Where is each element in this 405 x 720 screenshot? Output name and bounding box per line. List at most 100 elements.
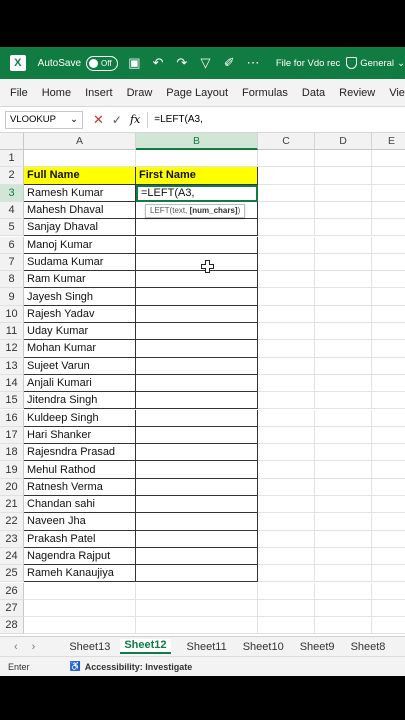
tab-home[interactable]: Home — [42, 87, 71, 99]
row-header[interactable]: 16 — [0, 409, 24, 427]
tab-data[interactable]: Data — [302, 87, 325, 99]
grid-cell[interactable] — [315, 513, 372, 531]
grid-cell[interactable] — [372, 479, 405, 496]
grid-cell[interactable] — [258, 357, 315, 375]
grid-cell[interactable] — [258, 547, 315, 566]
row-header[interactable]: 2 — [0, 167, 24, 185]
grid-cell[interactable] — [258, 409, 315, 427]
grid-cell[interactable] — [372, 410, 405, 427]
grid-cell[interactable] — [315, 253, 372, 272]
grid-cell[interactable] — [315, 374, 372, 393]
grid-cell[interactable] — [258, 461, 315, 479]
grid-cell[interactable] — [315, 288, 372, 306]
tab-page-layout[interactable]: Page Layout — [166, 87, 228, 99]
name-cell[interactable]: Naveen Jha — [24, 513, 136, 531]
name-cell[interactable]: Jitendra Singh — [24, 392, 136, 410]
sheet-tab[interactable]: Sheet11 — [187, 641, 227, 653]
grid-cell[interactable] — [258, 530, 315, 548]
grid-cell[interactable] — [136, 547, 258, 566]
grid-cell[interactable] — [372, 444, 405, 462]
row-header[interactable]: 19 — [0, 461, 24, 479]
grid-cell[interactable] — [372, 306, 405, 323]
table-header-cell[interactable]: Full Name — [24, 167, 136, 185]
grid-cell[interactable] — [136, 253, 258, 272]
grid-cell[interactable] — [258, 184, 315, 202]
grid-cell[interactable] — [315, 478, 372, 496]
grid-cell[interactable] — [258, 219, 315, 237]
grid-cell[interactable] — [315, 444, 372, 462]
grid-cell[interactable] — [372, 392, 405, 410]
row-header[interactable]: 22 — [0, 513, 24, 531]
grid-cell[interactable] — [315, 617, 372, 635]
save-icon[interactable]: ▣ — [128, 55, 142, 71]
grid-cell[interactable] — [136, 409, 258, 427]
grid-cell[interactable] — [372, 167, 405, 185]
grid-cell[interactable] — [372, 427, 405, 445]
row-header[interactable]: 1 — [0, 150, 24, 168]
magic-icon[interactable]: ✐ — [222, 55, 236, 71]
grid-cell[interactable] — [258, 617, 315, 635]
tab-review[interactable]: Review — [339, 87, 375, 99]
accessibility-status[interactable]: ♿ Accessibility: Investigate — [70, 661, 193, 672]
grid-cell[interactable] — [136, 323, 258, 341]
grid-cell[interactable] — [372, 600, 405, 618]
row-header[interactable]: 10 — [0, 305, 24, 323]
name-cell[interactable]: Rameh Kanaujiya — [24, 565, 136, 583]
grid-cell[interactable] — [136, 340, 258, 358]
grid-cell[interactable] — [372, 375, 405, 393]
grid-cell[interactable] — [372, 237, 405, 254]
grid-cell[interactable] — [372, 185, 405, 202]
more-icon[interactable]: ⋯ — [246, 55, 260, 71]
grid-cell[interactable] — [372, 323, 405, 341]
name-cell[interactable]: Rajesh Yadav — [24, 305, 136, 323]
autosave-toggle[interactable]: Off — [86, 55, 118, 71]
grid-cell[interactable] — [315, 392, 372, 410]
name-cell[interactable]: Mahesh Dhaval — [24, 201, 136, 220]
grid-cell[interactable] — [315, 150, 372, 168]
name-cell[interactable]: Chandan sahi — [24, 496, 136, 514]
name-cell[interactable]: Ram Kumar — [24, 271, 136, 289]
row-header[interactable]: 25 — [0, 565, 24, 583]
row-header[interactable]: 13 — [0, 357, 24, 375]
name-cell[interactable]: Sudama Kumar — [24, 253, 136, 272]
grid-cell[interactable] — [372, 254, 405, 272]
grid-cell[interactable] — [372, 565, 405, 583]
column-header-b[interactable]: B — [136, 133, 258, 150]
grid-cell[interactable] — [258, 478, 315, 496]
grid-cell[interactable] — [372, 358, 405, 375]
grid-cell[interactable] — [136, 461, 258, 479]
sheet-tab[interactable]: Sheet13 — [69, 641, 110, 653]
grid-cell[interactable] — [372, 202, 405, 220]
row-header[interactable]: 7 — [0, 253, 24, 272]
row-header[interactable]: 18 — [0, 444, 24, 462]
grid-cell[interactable] — [315, 184, 372, 202]
name-cell[interactable]: Nagendra Rajput — [24, 547, 136, 566]
grid-cell[interactable] — [136, 374, 258, 393]
grid-cell[interactable] — [315, 236, 372, 254]
grid-cell[interactable] — [136, 496, 258, 514]
grid-cell[interactable] — [258, 374, 315, 393]
grid-cell[interactable] — [24, 599, 136, 618]
grid-cell[interactable] — [315, 219, 372, 237]
redo-icon[interactable]: ↷ — [175, 55, 189, 71]
row-header[interactable]: 20 — [0, 478, 24, 496]
grid-cell[interactable] — [136, 478, 258, 496]
column-header-e[interactable]: E — [372, 133, 405, 150]
grid-cell[interactable] — [136, 565, 258, 583]
name-cell[interactable]: Manoj Kumar — [24, 236, 136, 254]
table-header-cell[interactable]: First Name — [136, 167, 258, 185]
grid-cell[interactable] — [372, 461, 405, 479]
grid-cell[interactable] — [315, 461, 372, 479]
document-title[interactable]: File for Vdo rec — [276, 58, 340, 69]
grid-cell[interactable] — [258, 496, 315, 514]
select-all-corner[interactable] — [0, 133, 24, 150]
sheet-tab[interactable]: Sheet8 — [351, 641, 386, 653]
grid-cell[interactable] — [315, 582, 372, 600]
grid-cell[interactable] — [136, 530, 258, 548]
grid-cell[interactable] — [372, 219, 405, 237]
grid-cell[interactable] — [136, 150, 258, 168]
row-header[interactable]: 27 — [0, 599, 24, 618]
grid-cell[interactable] — [372, 271, 405, 289]
active-cell-input[interactable]: =LEFT(A3, — [136, 184, 258, 202]
grid-cell[interactable] — [136, 236, 258, 254]
